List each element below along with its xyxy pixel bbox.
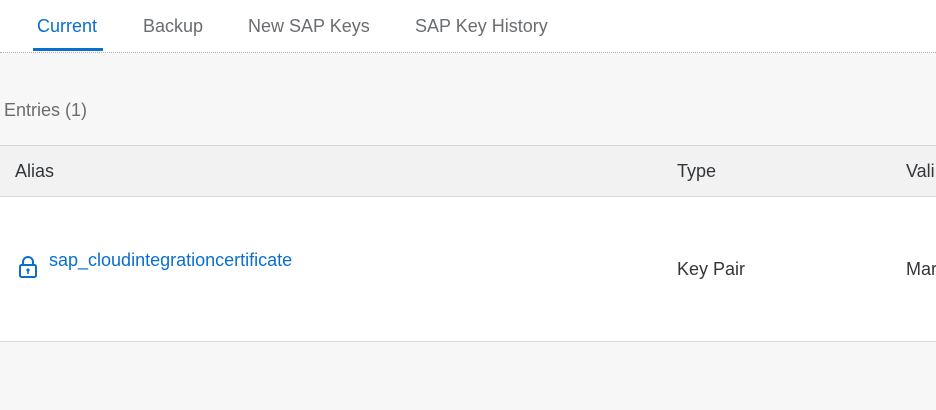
tab-sap-key-history[interactable]: SAP Key History xyxy=(415,16,548,37)
table-row[interactable]: sap_cloudintegrationcertificate Key Pair… xyxy=(0,197,936,342)
selected-tab-indicator xyxy=(33,48,103,51)
tab-new-sap-keys[interactable]: New SAP Keys xyxy=(248,16,370,37)
column-header-type[interactable]: Type xyxy=(677,161,716,182)
lock-icon xyxy=(19,256,37,278)
alias-link[interactable]: sap_cloudintegrationcertificate xyxy=(49,250,292,271)
tab-current[interactable]: Current xyxy=(37,16,97,37)
tab-bar: Current Backup New SAP Keys SAP Key Hist… xyxy=(0,0,936,53)
type-cell: Key Pair xyxy=(677,259,746,279)
column-header-valid[interactable]: Vali xyxy=(906,161,935,182)
valid-cell: Mar xyxy=(906,259,936,279)
tab-backup[interactable]: Backup xyxy=(143,16,203,37)
column-header-alias[interactable]: Alias xyxy=(15,161,54,182)
table-header: Alias Type Vali xyxy=(0,145,936,197)
entries-count: Entries (1) xyxy=(4,100,88,120)
